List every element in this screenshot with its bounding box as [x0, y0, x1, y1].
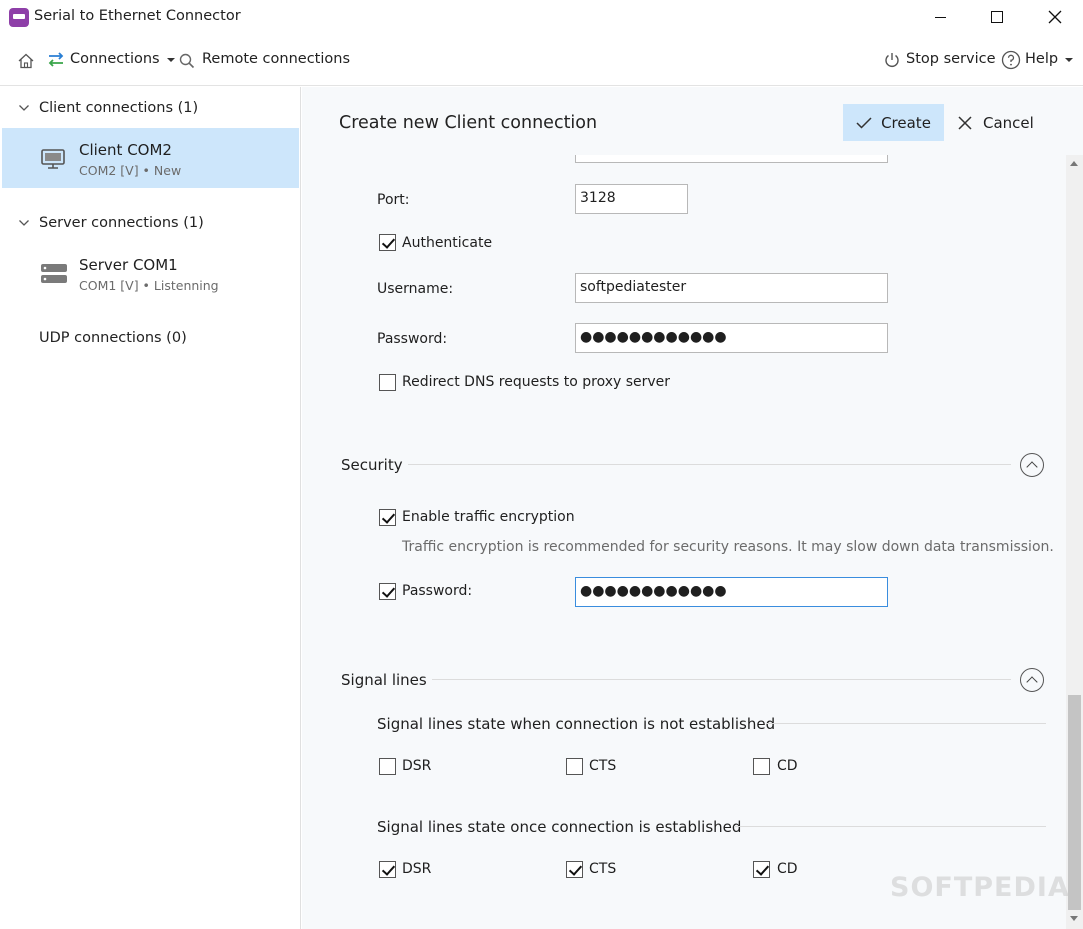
- scroll-down-icon[interactable]: [1070, 916, 1078, 921]
- redirect-dns-label: Redirect DNS requests to proxy server: [402, 374, 671, 390]
- main-header: Create new Client connection Create Canc…: [302, 87, 1083, 155]
- encryption-hint: Traffic encryption is recommended for se…: [402, 539, 1054, 555]
- item-name: Server COM1: [79, 256, 178, 274]
- not-established-cts-label: CTS: [589, 758, 617, 774]
- minimize-icon: [934, 16, 946, 18]
- maximize-button[interactable]: [974, 0, 1020, 34]
- not-established-cd-label: CD: [777, 758, 798, 774]
- sidebar: Client connections (1) Client COM2 COM2 …: [0, 87, 301, 929]
- security-collapse-icon[interactable]: [1020, 453, 1044, 477]
- scroll-thumb[interactable]: [1068, 695, 1081, 910]
- chevron-down-icon: [166, 58, 175, 62]
- traffic-encryption-checkbox[interactable]: [379, 509, 396, 526]
- connections-icon: [48, 52, 64, 67]
- cancel-button[interactable]: Cancel: [958, 104, 1048, 141]
- chevron-down-icon: [19, 220, 29, 226]
- established-cts-label: CTS: [589, 861, 617, 877]
- power-icon: [885, 53, 899, 67]
- watermark: SOFTPEDIA: [890, 872, 1070, 903]
- username-field[interactable]: softpediatester: [575, 273, 888, 303]
- section-divider: [408, 464, 1011, 465]
- chevron-down-icon: [19, 105, 29, 111]
- create-button[interactable]: Create: [843, 104, 944, 141]
- check-icon: [856, 116, 872, 129]
- authenticate-checkbox[interactable]: [379, 234, 396, 251]
- sidebar-item-server-com1[interactable]: Server COM1 COM1 [V] • Listenning: [2, 243, 299, 303]
- established-title: Signal lines state once connection is es…: [377, 818, 742, 836]
- main-panel: Port: 3128 Authenticate Username: softpe…: [302, 87, 1083, 929]
- group-label: Client connections (1): [39, 100, 199, 116]
- established-cd-label: CD: [777, 861, 798, 877]
- not-established-dsr-label: DSR: [402, 758, 432, 774]
- udp-connections-group[interactable]: UDP connections (0): [0, 328, 300, 352]
- title-bar: Serial to Ethernet Connector: [0, 0, 1083, 36]
- security-password-field[interactable]: ●●●●●●●●●●●●: [575, 577, 888, 607]
- window-title: Serial to Ethernet Connector: [34, 8, 241, 24]
- server-connections-group[interactable]: Server connections (1): [0, 213, 300, 237]
- traffic-encryption-label: Enable traffic encryption: [402, 509, 575, 525]
- signal-lines-collapse-icon[interactable]: [1020, 668, 1044, 692]
- stop-service-button[interactable]: Stop service: [906, 51, 996, 67]
- section-divider: [766, 723, 1046, 724]
- monitor-icon: [41, 149, 65, 169]
- page-title: Create new Client connection: [339, 113, 598, 133]
- not-established-cd-checkbox[interactable]: [753, 758, 770, 775]
- section-divider: [734, 826, 1046, 827]
- sidebar-item-client-com2[interactable]: Client COM2 COM2 [V] • New: [2, 128, 299, 188]
- established-dsr-checkbox[interactable]: [379, 861, 396, 878]
- security-password-label: Password:: [402, 583, 473, 599]
- security-password-checkbox[interactable]: [379, 583, 396, 600]
- help-icon: [1001, 50, 1021, 70]
- client-connections-group[interactable]: Client connections (1): [0, 98, 300, 122]
- server-icon: [41, 264, 67, 283]
- section-divider: [432, 679, 1011, 680]
- remote-connections-label: Remote connections: [202, 51, 351, 67]
- search-icon: [179, 53, 195, 69]
- not-established-title: Signal lines state when connection is no…: [377, 715, 776, 733]
- proxy-password-label: Password:: [377, 331, 448, 347]
- item-subtitle: COM1 [V] • Listenning: [79, 278, 219, 293]
- established-cd-checkbox[interactable]: [753, 861, 770, 878]
- connections-menu[interactable]: Connections: [70, 51, 175, 67]
- signal-lines-section-title: Signal lines: [341, 671, 427, 689]
- help-menu-label: Help: [1025, 51, 1059, 67]
- port-field[interactable]: 3128: [575, 184, 688, 214]
- app-icon: [9, 8, 29, 27]
- close-icon: [1048, 10, 1062, 24]
- chevron-down-icon: [1065, 58, 1074, 62]
- not-established-cts-checkbox[interactable]: [566, 758, 583, 775]
- group-label: UDP connections (0): [39, 330, 187, 346]
- cancel-button-label: Cancel: [983, 113, 1034, 132]
- redirect-dns-checkbox[interactable]: [379, 374, 396, 391]
- maximize-icon: [991, 11, 1003, 23]
- vertical-scrollbar[interactable]: [1066, 155, 1083, 929]
- proxy-password-field[interactable]: ●●●●●●●●●●●●: [575, 323, 888, 353]
- port-label: Port:: [377, 192, 410, 208]
- stop-service-label: Stop service: [906, 51, 996, 67]
- help-menu[interactable]: Help: [1025, 51, 1074, 67]
- established-dsr-label: DSR: [402, 861, 432, 877]
- close-icon: [958, 115, 972, 130]
- scroll-up-icon[interactable]: [1070, 161, 1078, 166]
- established-cts-checkbox[interactable]: [566, 861, 583, 878]
- close-button[interactable]: [1032, 0, 1078, 34]
- security-section-title: Security: [341, 456, 403, 474]
- not-established-dsr-checkbox[interactable]: [379, 758, 396, 775]
- remote-connections-menu[interactable]: Remote connections: [202, 51, 350, 67]
- create-button-label: Create: [881, 113, 931, 132]
- connections-menu-label: Connections: [70, 51, 160, 67]
- minimize-button[interactable]: [917, 0, 963, 34]
- authenticate-label: Authenticate: [402, 235, 493, 251]
- item-name: Client COM2: [79, 141, 172, 159]
- item-subtitle: COM2 [V] • New: [79, 163, 182, 178]
- home-icon[interactable]: [17, 52, 35, 70]
- username-label: Username:: [377, 281, 454, 297]
- menu-bar: Connections Remote connections Stop serv…: [0, 36, 1083, 86]
- connection-form: Port: 3128 Authenticate Username: softpe…: [302, 87, 1066, 929]
- group-label: Server connections (1): [39, 215, 204, 231]
